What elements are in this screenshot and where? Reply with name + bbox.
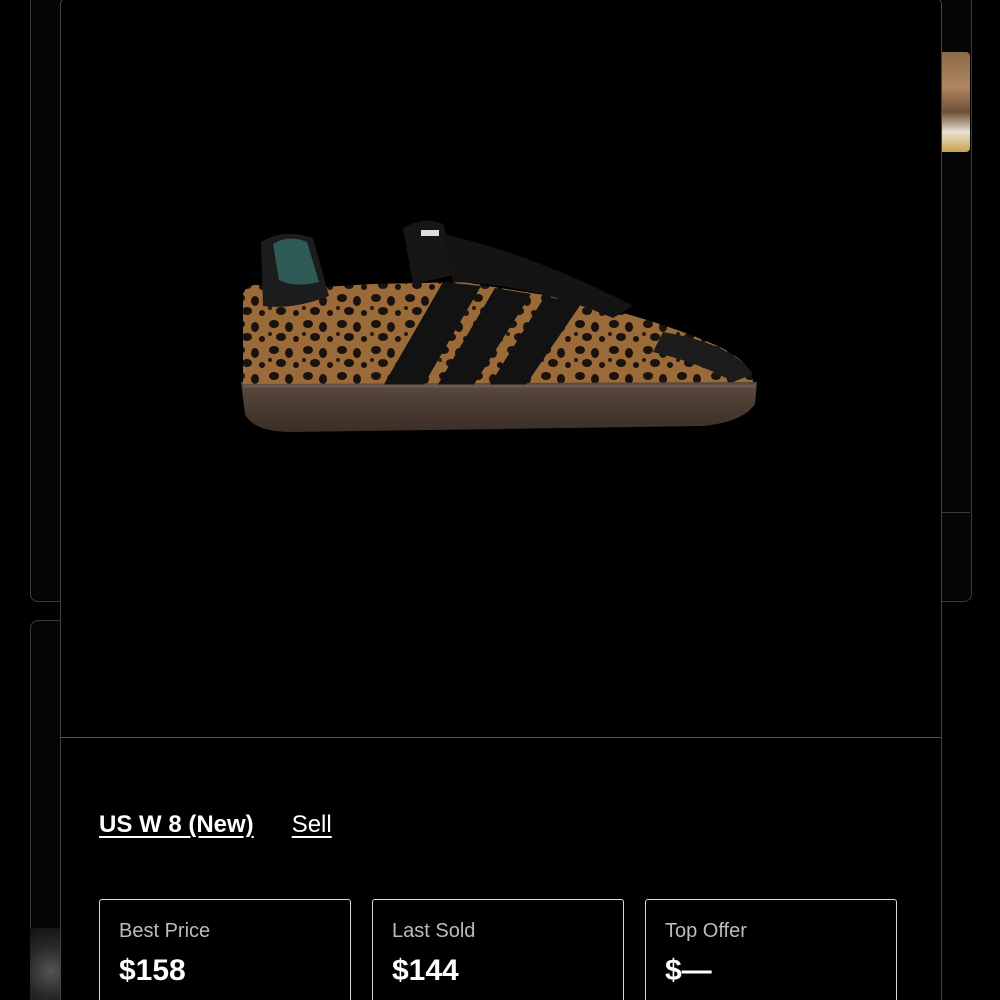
divider [940, 512, 970, 513]
product-image-area [61, 0, 941, 738]
price-value: $— [665, 954, 712, 987]
sell-link[interactable]: Sell [292, 811, 332, 839]
price-label: Last Sold [392, 920, 476, 942]
price-value: $144 [392, 954, 459, 987]
top-offer-box[interactable]: Top Offer $— [645, 899, 897, 1000]
product-image [241, 220, 757, 432]
page: US W 8 (New) Sell Best Price $158 Last S… [0, 0, 1000, 1000]
price-label: Best Price [119, 920, 211, 942]
best-price-box[interactable]: Best Price $158 [99, 899, 351, 1000]
background-product-thumbnail [940, 52, 970, 152]
size-selector-link[interactable]: US W 8 (New) [99, 811, 254, 839]
product-modal: US W 8 (New) Sell Best Price $158 Last S… [60, 0, 942, 1000]
last-sold-box[interactable]: Last Sold $144 [372, 899, 624, 1000]
price-label: Top Offer [665, 920, 747, 942]
size-row: US W 8 (New) Sell [99, 811, 332, 839]
background-product-thumbnail [30, 928, 60, 1000]
price-value: $158 [119, 954, 186, 987]
